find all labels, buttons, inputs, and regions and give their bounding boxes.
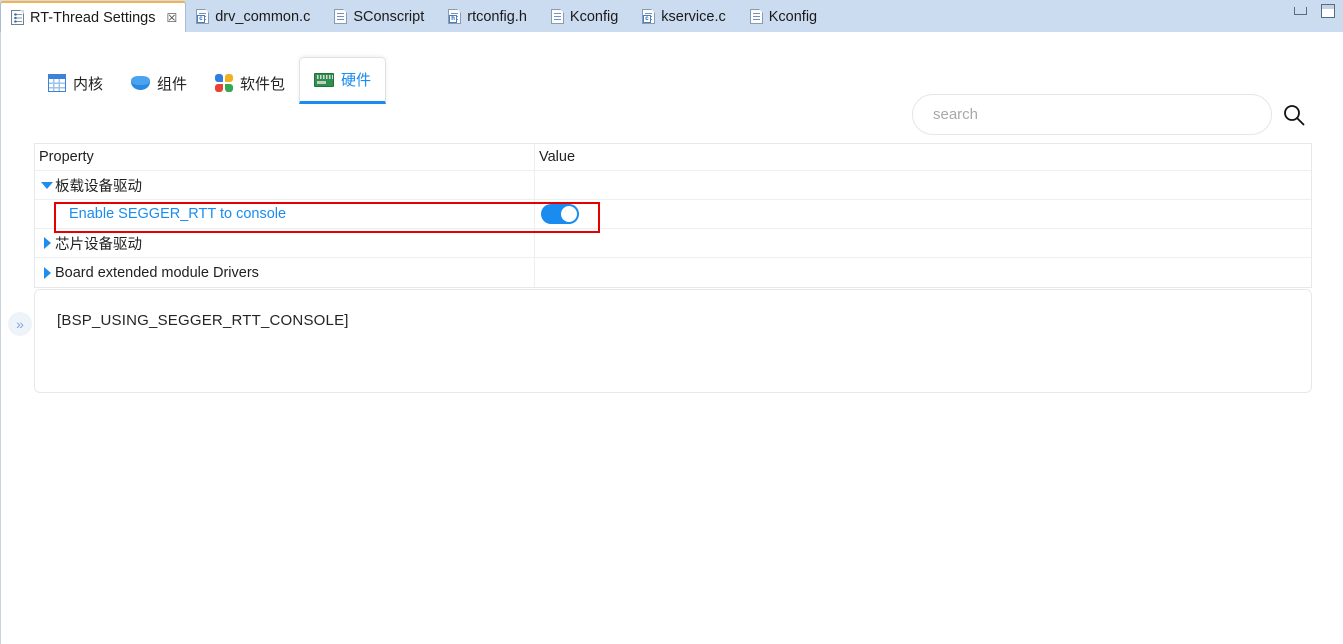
category-tab-label: 软件包 <box>240 75 286 93</box>
table-row[interactable]: 板载设备驱动 <box>35 171 1311 200</box>
editor-tab-label: Kconfig <box>569 8 619 25</box>
column-header-property: Property <box>35 144 535 170</box>
category-tab-label: 组件 <box>157 75 188 93</box>
tree-node-chip-drivers[interactable]: 芯片设备驱动 <box>35 229 535 257</box>
editor-tab-label: drv_common.c <box>215 8 311 25</box>
close-icon[interactable]: ☒ <box>166 12 177 24</box>
category-tab-packages[interactable]: 软件包 <box>201 62 299 104</box>
triangle-down-icon[interactable] <box>39 182 55 189</box>
search-icon[interactable] <box>1282 103 1306 127</box>
column-header-value: Value <box>539 149 576 165</box>
search-box[interactable] <box>912 94 1272 135</box>
editor-tab-label: Kconfig <box>768 8 818 25</box>
category-tab-components[interactable]: 组件 <box>117 62 201 104</box>
row-value <box>535 258 1311 287</box>
category-tab-kernel[interactable]: 内核 <box>34 62 117 104</box>
settings-icon <box>11 10 24 25</box>
property-table: Property Value 板载设备驱动 Enable SEGGER_RTT … <box>34 143 1312 288</box>
editor-tab-kconfig-2[interactable]: Kconfig <box>740 1 831 32</box>
editor-tab-kconfig-1[interactable]: Kconfig <box>541 1 632 32</box>
editor-tab-sconscript[interactable]: SConscript <box>324 1 438 32</box>
category-tab-bar: 内核 组件 软件包 硬件 <box>34 57 387 104</box>
editor-tab-kservice-c[interactable]: c kservice.c <box>632 1 739 32</box>
maximize-icon[interactable] <box>1321 4 1335 18</box>
editor-tab-label: kservice.c <box>661 8 726 25</box>
expand-panel-handle[interactable]: » <box>8 312 32 336</box>
segger-rtt-toggle[interactable] <box>541 204 579 224</box>
tree-node-enable-segger-rtt[interactable]: Enable SEGGER_RTT to console <box>35 200 535 228</box>
row-label: Board extended module Drivers <box>55 264 259 281</box>
description-text: [BSP_USING_SEGGER_RTT_CONSOLE] <box>57 312 349 329</box>
editor-tab-drv-common-c[interactable]: c drv_common.c <box>186 1 324 32</box>
category-tab-label: 硬件 <box>341 72 372 89</box>
row-value <box>535 229 1311 257</box>
c-file-icon: c <box>196 9 210 24</box>
components-icon <box>131 75 151 92</box>
editor-tab-rt-thread-settings[interactable]: RT-Thread Settings ☒ <box>0 1 187 32</box>
kernel-icon <box>48 74 66 92</box>
search-area <box>912 94 1312 135</box>
row-value <box>535 200 1311 228</box>
h-file-icon: h <box>448 9 462 24</box>
triangle-right-icon[interactable] <box>39 237 55 249</box>
window-controls <box>1294 4 1335 18</box>
minimize-icon[interactable] <box>1294 7 1307 15</box>
row-value <box>535 171 1311 199</box>
category-tab-hardware[interactable]: 硬件 <box>299 57 387 104</box>
row-label: 板载设备驱动 <box>55 178 142 195</box>
category-tab-label: 内核 <box>73 75 104 93</box>
row-label: 芯片设备驱动 <box>55 236 142 253</box>
c-file-icon: c <box>642 9 656 24</box>
packages-icon <box>215 74 234 92</box>
table-row[interactable]: 芯片设备驱动 <box>35 229 1311 258</box>
description-panel: [BSP_USING_SEGGER_RTT_CONSOLE] <box>34 289 1312 393</box>
chevron-double-right-icon: » <box>16 316 24 332</box>
editor-tab-bar: RT-Thread Settings ☒ c drv_common.c SCon… <box>0 0 1343 33</box>
editor-tab-rtconfig-h[interactable]: h rtconfig.h <box>438 1 541 32</box>
tree-node-onboard-drivers[interactable]: 板载设备驱动 <box>35 171 535 199</box>
file-icon <box>550 9 564 24</box>
tree-node-board-extended-modules[interactable]: Board extended module Drivers <box>35 258 535 287</box>
editor-tab-label: rtconfig.h <box>467 8 527 25</box>
file-icon <box>749 9 763 24</box>
editor-tab-label: RT-Thread Settings <box>30 9 156 26</box>
triangle-right-icon[interactable] <box>39 267 55 279</box>
settings-editor: 内核 组件 软件包 硬件 Property Value <box>0 32 1343 644</box>
table-header-row: Property Value <box>35 144 1311 171</box>
file-icon <box>334 9 348 24</box>
editor-tab-label: SConscript <box>353 8 425 25</box>
search-input[interactable] <box>931 105 1235 124</box>
table-row[interactable]: Board extended module Drivers <box>35 258 1311 287</box>
row-label[interactable]: Enable SEGGER_RTT to console <box>69 206 286 222</box>
hardware-icon <box>314 72 335 87</box>
table-row[interactable]: Enable SEGGER_RTT to console <box>35 200 1311 229</box>
